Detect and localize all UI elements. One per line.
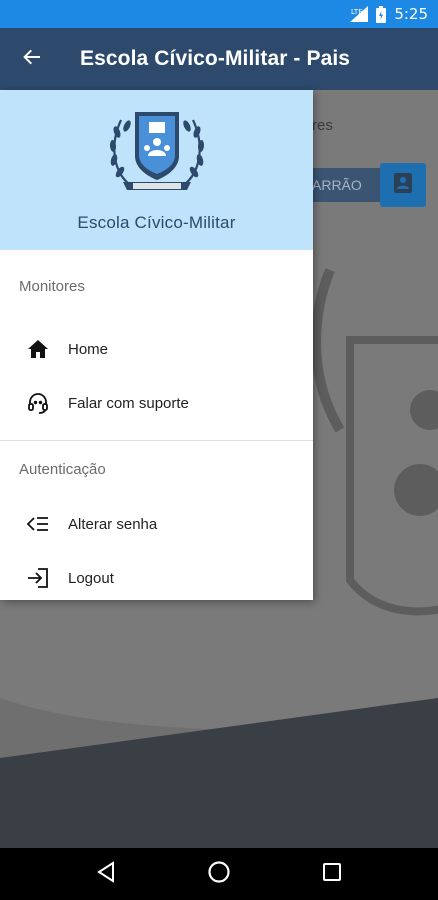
home-icon bbox=[25, 336, 51, 362]
navigation-drawer: Escola Cívico-Militar Monitores Home Fal… bbox=[0, 90, 313, 600]
background-field: ARRÃO bbox=[308, 168, 380, 202]
home-circle-icon bbox=[207, 860, 231, 889]
app-bar: Escola Cívico-Militar - Pais bbox=[0, 28, 438, 90]
status-time: 5:25 bbox=[394, 5, 428, 23]
page-title: Escola Cívico-Militar - Pais bbox=[80, 47, 351, 70]
back-triangle-icon bbox=[96, 860, 116, 888]
recents-square-icon bbox=[322, 862, 342, 887]
menu-item-falar-com-suporte[interactable]: Falar com suporte bbox=[0, 376, 313, 430]
school-crest-icon bbox=[105, 106, 209, 201]
section-title-autenticacao: Autenticação bbox=[19, 460, 106, 478]
headset-icon bbox=[25, 390, 51, 416]
menu-item-label: Falar com suporte bbox=[68, 394, 189, 412]
school-name: Escola Cívico-Militar bbox=[77, 213, 236, 232]
menu-item-label: Home bbox=[68, 340, 109, 358]
arrow-back-icon bbox=[22, 47, 42, 72]
contact-card-icon bbox=[392, 172, 414, 199]
nav-recents-button[interactable] bbox=[312, 854, 352, 894]
password-icon bbox=[25, 511, 51, 537]
menu-item-logout[interactable]: Logout bbox=[0, 551, 313, 605]
section-title-monitores: Monitores bbox=[19, 277, 85, 295]
background-label: res bbox=[312, 117, 333, 134]
svg-text:LTE: LTE bbox=[351, 8, 363, 16]
menu-item-alterar-senha[interactable]: Alterar senha bbox=[0, 497, 313, 551]
system-nav-bar bbox=[0, 848, 438, 900]
battery-icon bbox=[376, 5, 387, 23]
drawer-header: Escola Cívico-Militar bbox=[0, 90, 313, 250]
menu-item-label: Logout bbox=[68, 569, 114, 587]
menu-item-label: Alterar senha bbox=[68, 515, 158, 533]
logout-icon bbox=[25, 565, 51, 591]
nav-home-button[interactable] bbox=[199, 854, 239, 894]
contact-card-button bbox=[380, 163, 426, 207]
nav-back-button[interactable] bbox=[86, 854, 126, 894]
status-bar: LTE 5:25 bbox=[0, 0, 438, 28]
menu-item-home[interactable]: Home bbox=[0, 322, 313, 376]
signal-icon: LTE bbox=[350, 6, 369, 22]
back-button[interactable] bbox=[0, 28, 64, 90]
